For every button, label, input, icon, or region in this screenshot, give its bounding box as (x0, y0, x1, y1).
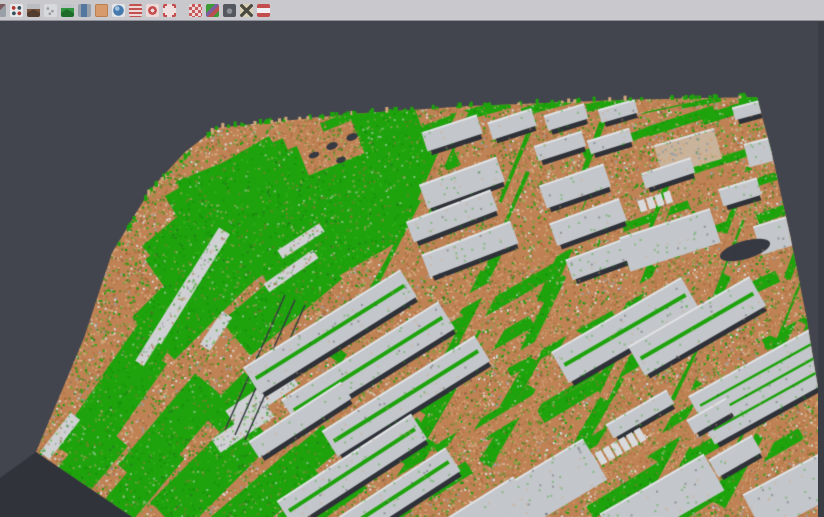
toolbar-icon-row (0, 0, 824, 20)
application-window (0, 0, 824, 517)
selection-brackets-icon[interactable] (163, 4, 176, 17)
delete-cross-icon[interactable] (240, 4, 253, 17)
terrain-dem-icon[interactable] (27, 4, 40, 17)
layer-bars-icon[interactable] (257, 4, 270, 17)
globe-projection-icon[interactable] (112, 4, 125, 17)
clipped-edge-icon[interactable] (0, 4, 6, 17)
profile-section-icon[interactable] (78, 4, 91, 17)
viewport-3d-point-cloud[interactable] (0, 22, 824, 517)
terrain-surface-icon[interactable] (61, 4, 74, 17)
target-ring-icon[interactable] (146, 4, 159, 17)
align-points-icon[interactable] (10, 4, 23, 17)
classification-map-icon[interactable] (206, 4, 219, 17)
camera-icon[interactable] (223, 4, 236, 17)
orthophoto-icon[interactable] (95, 4, 108, 17)
toolbar (0, 0, 824, 21)
contour-lines-icon[interactable] (129, 4, 142, 17)
viewport-right-edge (818, 22, 824, 517)
sparse-point-cloud-icon[interactable] (44, 4, 57, 17)
grid-checker-icon[interactable] (189, 4, 202, 17)
